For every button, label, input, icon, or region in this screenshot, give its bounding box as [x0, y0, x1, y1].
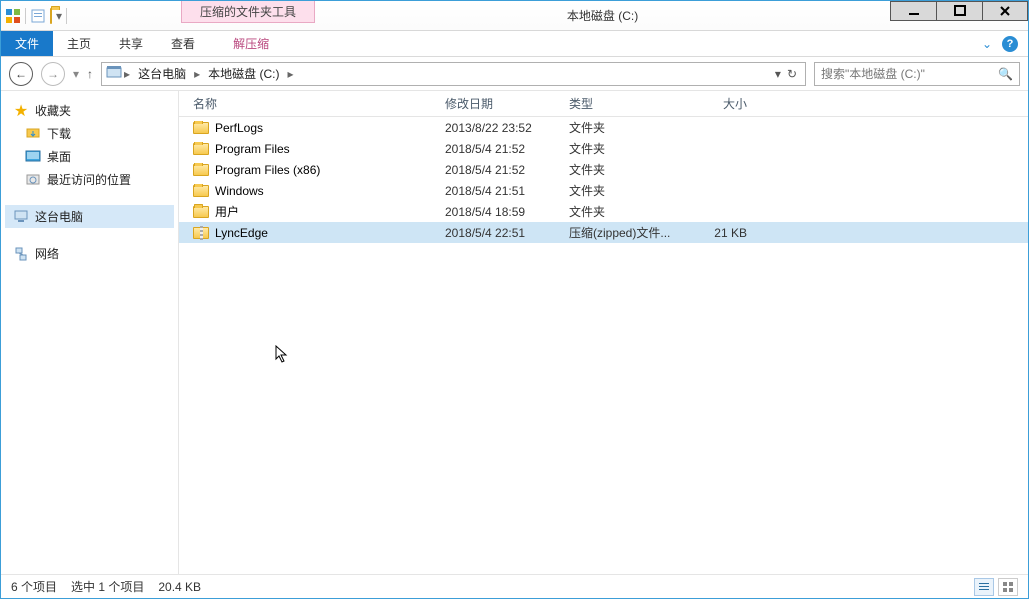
status-count: 6 个项目: [11, 578, 57, 595]
nav-favorites[interactable]: ★收藏夹: [5, 99, 174, 122]
nav-network[interactable]: 网络: [5, 242, 174, 265]
chevron-right-icon[interactable]: ▸: [192, 67, 202, 81]
file-type: 文件夹: [563, 119, 683, 136]
qat-folder-icon[interactable]: [50, 9, 52, 23]
qat-dropdown-icon[interactable]: ▾: [56, 9, 62, 23]
col-date[interactable]: 修改日期: [439, 95, 563, 112]
ribbon-tabs: 文件 主页 共享 查看 解压缩 ⌄ ?: [1, 31, 1028, 57]
file-size: 21 KB: [683, 226, 753, 240]
navigation-pane: ★收藏夹 下载 桌面 最近访问的位置 这台电脑 网络: [1, 91, 179, 574]
tab-file[interactable]: 文件: [1, 31, 53, 56]
location-icon: [106, 65, 122, 82]
status-bar: 6 个项目 选中 1 个项目 20.4 KB: [1, 574, 1028, 598]
file-row[interactable]: Windows 2018/5/4 21:51文件夹: [179, 180, 1028, 201]
refresh-icon[interactable]: ↻: [787, 67, 797, 81]
desktop-icon: [25, 149, 41, 165]
zip-icon: [193, 227, 209, 239]
tab-view[interactable]: 查看: [157, 31, 209, 56]
quick-access-toolbar: ▾: [1, 1, 71, 30]
ribbon-expand-icon[interactable]: ⌄: [982, 37, 992, 51]
search-icon: 🔍: [998, 67, 1013, 81]
address-dropdown-icon[interactable]: ▾: [775, 67, 781, 81]
file-date: 2013/8/22 23:52: [439, 121, 563, 135]
address-row: ← → ▾ ↑ ▸ 这台电脑 ▸ 本地磁盘 (C:) ▸ ▾ ↻ 搜索"本地磁盘…: [1, 57, 1028, 91]
file-name: Program Files: [215, 142, 290, 156]
tab-share[interactable]: 共享: [105, 31, 157, 56]
nav-this-pc[interactable]: 这台电脑: [5, 205, 174, 228]
file-type: 文件夹: [563, 182, 683, 199]
file-type: 文件夹: [563, 203, 683, 220]
file-type: 压缩(zipped)文件...: [563, 224, 683, 241]
window-title: 本地磁盘 (C:): [315, 1, 890, 30]
file-list[interactable]: PerfLogs2013/8/22 23:52文件夹Program Files2…: [179, 117, 1028, 574]
minimize-button[interactable]: [890, 1, 936, 21]
nav-up-button[interactable]: ↑: [87, 67, 93, 81]
file-date: 2018/5/4 18:59: [439, 205, 563, 219]
folder-icon: [193, 206, 209, 218]
file-name: PerfLogs: [215, 121, 263, 135]
file-date: 2018/5/4 22:51: [439, 226, 563, 240]
file-date: 2018/5/4 21:51: [439, 184, 563, 198]
file-date: 2018/5/4 21:52: [439, 163, 563, 177]
address-bar[interactable]: ▸ 这台电脑 ▸ 本地磁盘 (C:) ▸ ▾ ↻: [101, 62, 806, 86]
content-area: 名称 修改日期 类型 大小 PerfLogs2013/8/22 23:52文件夹…: [179, 91, 1028, 574]
computer-icon: [13, 209, 29, 225]
col-type[interactable]: 类型: [563, 95, 683, 112]
status-selection: 选中 1 个项目: [71, 578, 144, 595]
file-name: 用户: [215, 203, 239, 220]
file-type: 文件夹: [563, 161, 683, 178]
recent-icon: [25, 172, 41, 188]
nav-history-dropdown[interactable]: ▾: [73, 67, 79, 81]
nav-desktop[interactable]: 桌面: [5, 145, 174, 168]
status-size: 20.4 KB: [158, 580, 201, 594]
file-name: Windows: [215, 184, 264, 198]
nav-downloads[interactable]: 下载: [5, 122, 174, 145]
nav-back-button[interactable]: ←: [9, 62, 33, 86]
column-headers: 名称 修改日期 类型 大小: [179, 91, 1028, 117]
file-row[interactable]: Program Files 2018/5/4 21:52文件夹: [179, 138, 1028, 159]
search-placeholder: 搜索"本地磁盘 (C:)": [821, 65, 925, 82]
downloads-icon: [25, 126, 41, 142]
crumb-root[interactable]: 这台电脑: [132, 63, 192, 85]
file-row[interactable]: LyncEdge 2018/5/4 22:51压缩(zipped)文件...21 …: [179, 222, 1028, 243]
file-row[interactable]: PerfLogs 2013/8/22 23:52文件夹: [179, 117, 1028, 138]
chevron-right-icon[interactable]: ▸: [122, 67, 132, 81]
nav-forward-button[interactable]: →: [41, 62, 65, 86]
tab-home[interactable]: 主页: [53, 31, 105, 56]
col-name[interactable]: 名称: [187, 95, 439, 112]
help-icon[interactable]: ?: [1002, 36, 1018, 52]
title-bar: ▾ 压缩的文件夹工具 本地磁盘 (C:): [1, 1, 1028, 31]
view-details-button[interactable]: [974, 578, 994, 596]
folder-icon: [193, 122, 209, 134]
file-date: 2018/5/4 21:52: [439, 142, 563, 156]
file-row[interactable]: 用户 2018/5/4 18:59文件夹: [179, 201, 1028, 222]
col-size[interactable]: 大小: [683, 95, 753, 112]
search-input[interactable]: 搜索"本地磁盘 (C:)" 🔍: [814, 62, 1020, 86]
folder-icon: [193, 143, 209, 155]
file-type: 文件夹: [563, 140, 683, 157]
tab-extract[interactable]: 解压缩: [219, 31, 283, 56]
maximize-button[interactable]: [936, 1, 982, 21]
window-controls: [890, 1, 1028, 30]
star-icon: ★: [13, 103, 29, 119]
view-large-icons-button[interactable]: [998, 578, 1018, 596]
qat-properties-icon[interactable]: [30, 8, 46, 24]
close-button[interactable]: [982, 1, 1028, 21]
contextual-tab-header: 压缩的文件夹工具: [181, 1, 315, 23]
nav-recent[interactable]: 最近访问的位置: [5, 168, 174, 191]
folder-icon: [193, 164, 209, 176]
crumb-location[interactable]: 本地磁盘 (C:): [202, 63, 285, 85]
network-icon: [13, 246, 29, 262]
folder-icon: [193, 185, 209, 197]
file-row[interactable]: Program Files (x86) 2018/5/4 21:52文件夹: [179, 159, 1028, 180]
chevron-right-icon[interactable]: ▸: [285, 67, 295, 81]
app-icon: [5, 8, 21, 24]
file-name: Program Files (x86): [215, 163, 320, 177]
body: ★收藏夹 下载 桌面 最近访问的位置 这台电脑 网络 名称 修改日期 类型 大小…: [1, 91, 1028, 574]
file-name: LyncEdge: [215, 226, 268, 240]
